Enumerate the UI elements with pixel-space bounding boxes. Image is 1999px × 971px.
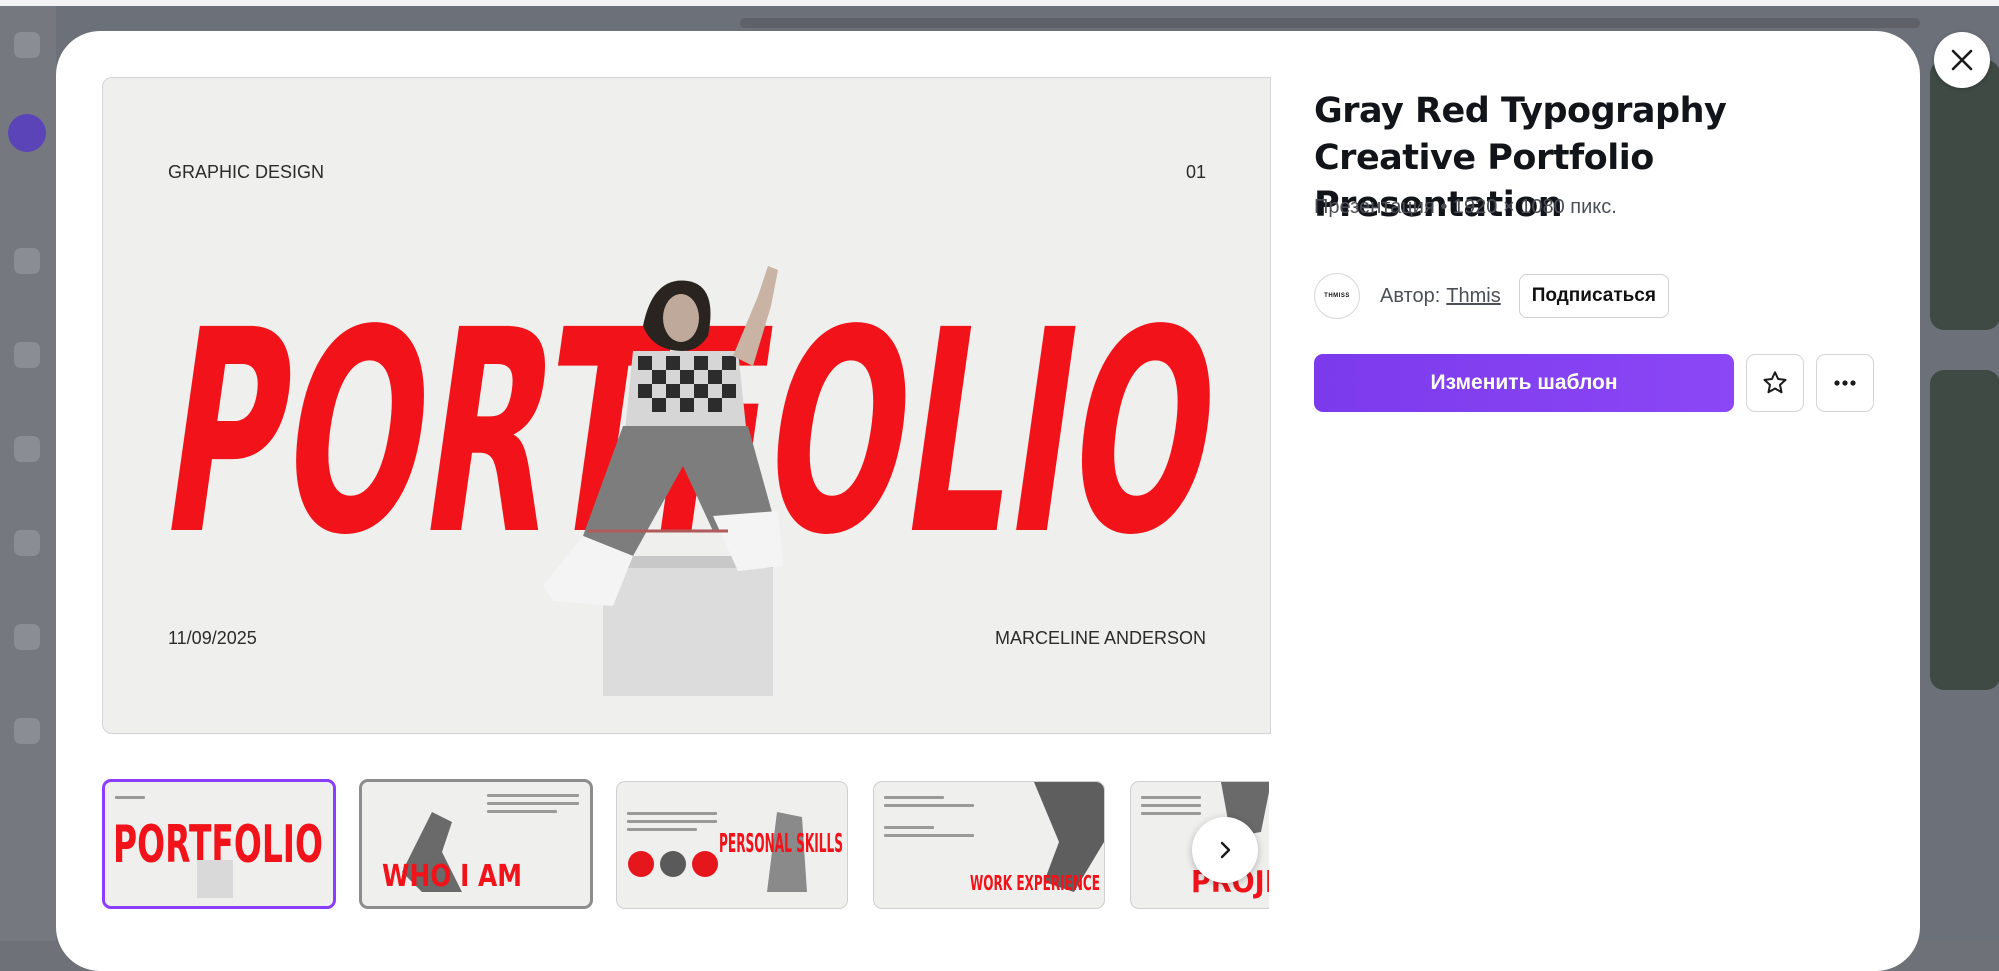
more-options-button[interactable]	[1816, 354, 1874, 412]
sidebar-trash-icon	[14, 718, 40, 744]
app-sidebar	[0, 6, 56, 941]
author-avatar[interactable]: THMISS	[1314, 273, 1360, 319]
app-header-bar	[740, 18, 1920, 28]
sidebar-menu-icon	[14, 32, 40, 58]
sidebar-projects-icon	[14, 342, 40, 368]
app-top-strip	[0, 0, 1999, 6]
author-row: THMISS Автор: Thmis Подписаться	[1314, 272, 1669, 320]
thumbnail-page-1[interactable]: PORTFOLIO	[102, 779, 336, 909]
edit-template-button[interactable]: Изменить шаблон	[1314, 354, 1734, 412]
subscribe-button[interactable]: Подписаться	[1518, 274, 1669, 318]
page-thumbnails: PORTFOLIO WHO I AM PERSONAL SKILLS WORK …	[102, 779, 1269, 911]
sidebar-home-icon	[14, 248, 40, 274]
thumbnail-headline: PORTFOLIO	[113, 815, 323, 898]
slide-number-text: 01	[1185, 162, 1206, 182]
thumbnail-page-2[interactable]: WHO I AM	[359, 779, 593, 909]
thumbnail-page-4[interactable]: WORK EXPERIENCE	[873, 781, 1105, 909]
template-format-info: Презентация • 1920 × 1080 пикс.	[1314, 196, 1617, 218]
more-horizontal-icon	[1834, 380, 1856, 386]
thumbnail-headline: WORK EXPERIENCE	[970, 782, 1104, 895]
thumbnail-page-3[interactable]: PERSONAL SKILLS	[616, 781, 848, 909]
template-preview: GRAPHIC DESIGN 01 PORTFOLIO 11/09/2025 M…	[102, 77, 1271, 734]
author-label: Автор:	[1380, 284, 1441, 307]
slide-author-text: MARCELINE ANDERSON	[994, 628, 1206, 648]
thumbnail-headline: PERSONAL SKILLS	[628, 812, 843, 892]
thumbnail-headline: WHO I AM	[382, 812, 522, 894]
close-icon	[1951, 49, 1973, 71]
model-photo	[543, 266, 783, 696]
author-link[interactable]: Thmis	[1446, 285, 1500, 308]
svg-text:WHO I AM: WHO I AM	[382, 859, 522, 894]
next-thumbnails-button[interactable]	[1192, 817, 1258, 883]
sidebar-brand-icon	[14, 530, 40, 556]
slide-category-text: GRAPHIC DESIGN	[168, 162, 325, 182]
sidebar-create-icon	[8, 114, 46, 152]
sidebar-apps-icon	[14, 624, 40, 650]
app-card	[1930, 60, 1999, 330]
author-avatar-text: THMISS	[1324, 293, 1350, 299]
svg-text:PERSONAL SKILLS: PERSONAL SKILLS	[719, 829, 843, 859]
chevron-right-icon	[1220, 841, 1231, 859]
star-icon	[1763, 371, 1787, 394]
close-button[interactable]	[1934, 32, 1990, 88]
favorite-button[interactable]	[1746, 354, 1804, 412]
app-card	[1930, 370, 1999, 690]
slide-date-text: 11/09/2025	[168, 628, 257, 648]
sidebar-templates-icon	[14, 436, 40, 462]
svg-text:WORK EXPERIENCE: WORK EXPERIENCE	[970, 871, 1100, 895]
